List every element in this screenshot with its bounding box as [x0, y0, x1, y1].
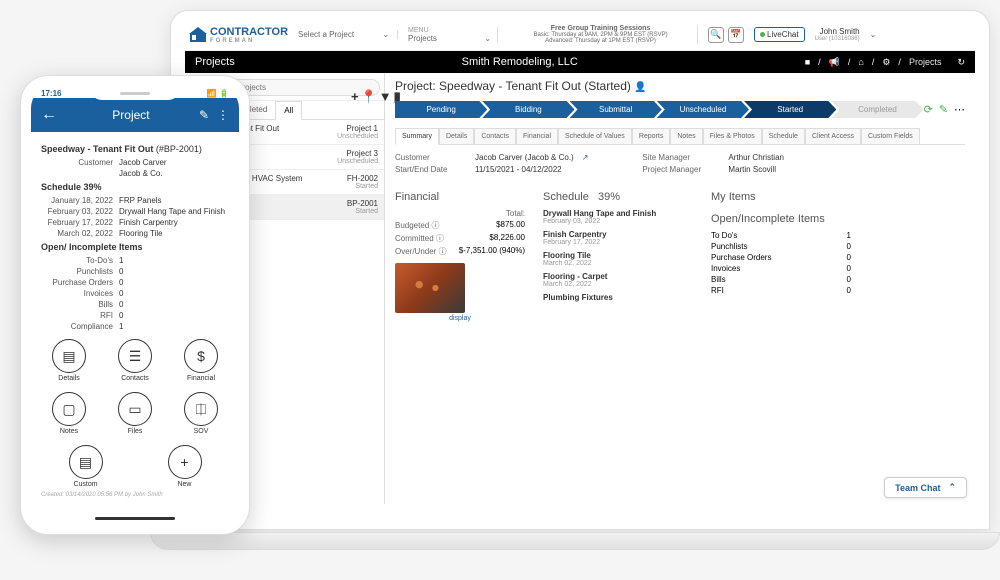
user-icon[interactable]: 👤 — [634, 82, 646, 93]
summary-info: CustomerJacob Carver (Jacob & Co.) ↗ Sta… — [395, 153, 965, 177]
subtab-financial[interactable]: Financial — [516, 128, 558, 144]
project-detail-pane: Project: Speedway - Tenant Fit Out (Star… — [385, 73, 975, 504]
signal-icons: 📶 🔋 — [207, 89, 229, 98]
subtab-summary[interactable]: Summary — [395, 128, 439, 145]
livechat-button[interactable]: LiveChat — [754, 27, 805, 42]
subtab-custom[interactable]: Custom Fields — [861, 128, 920, 144]
financial-section: Financial Total: Budgeted ⓘ$875.00 Commi… — [395, 191, 525, 322]
gear-icon[interactable]: ⚙ — [882, 57, 890, 68]
action-new[interactable]: +New — [163, 445, 207, 488]
phone-screen: 17:16 📶 🔋 ← Project ✎ ⋮ Speedway - Tenan… — [31, 86, 239, 524]
subtab-notes[interactable]: Notes — [670, 128, 702, 144]
phone-header: ← Project ✎ ⋮ — [31, 98, 239, 132]
tab-all[interactable]: All — [275, 101, 302, 120]
stage-started[interactable]: Started — [744, 101, 836, 118]
back-icon[interactable]: ← — [41, 106, 57, 124]
page-title: Projects — [195, 56, 235, 68]
subtab-schedule[interactable]: Schedule — [762, 128, 805, 144]
photo-thumbnail[interactable] — [395, 263, 465, 313]
more-icon[interactable]: ⋮ — [217, 108, 229, 122]
chevron-down-icon[interactable]: ⌄ — [870, 30, 877, 39]
brand-logo[interactable]: CONTRACTORFOREMAN — [189, 26, 288, 44]
link-icon[interactable]: ↗ — [582, 153, 589, 162]
bullhorn-icon[interactable]: 📢 — [829, 57, 840, 68]
stage-bidding[interactable]: Bidding — [482, 101, 574, 118]
subtab-files[interactable]: Files & Photos — [703, 128, 762, 144]
phone-notch — [90, 86, 180, 100]
laptop-frame: CONTRACTORFOREMAN Select a Project⌄ MENU… — [170, 10, 990, 530]
chevron-up-icon: ⌃ — [948, 482, 956, 493]
add-icon[interactable]: + — [351, 89, 359, 105]
stage-progress: Pending Bidding Submittal Unscheduled St… — [395, 101, 965, 118]
refresh-icon[interactable]: ↻ — [957, 57, 965, 68]
home-icon[interactable]: ⌂ — [858, 57, 863, 67]
app-header: CONTRACTORFOREMAN Select a Project⌄ MENU… — [185, 23, 975, 51]
pin-icon[interactable]: 📍 — [361, 89, 377, 105]
action-files[interactable]: ▭Files — [113, 392, 157, 435]
edit-icon[interactable]: ✎ — [199, 108, 209, 122]
company-name: Smith Remodeling, LLC — [235, 56, 805, 68]
phone-body: Speedway - Tenant Fit Out (#BP-2001) Cus… — [31, 132, 239, 513]
action-contacts[interactable]: ☰Contacts — [113, 339, 157, 382]
titlebar-icons: ■ / 📢 / ⌂ / ⚙ / Projects ↻ — [805, 57, 965, 68]
refresh-icon[interactable]: ⟳ — [924, 103, 933, 116]
stage-completed[interactable]: Completed — [831, 101, 923, 118]
subtab-client[interactable]: Client Access — [805, 128, 861, 144]
created-stamp: Created: 03/14/2020 05:56 PM by John Smi… — [41, 492, 229, 498]
home-indicator[interactable] — [95, 517, 175, 520]
project-title: Project: Speedway - Tenant Fit Out (Star… — [395, 79, 965, 93]
action-notes[interactable]: ▢Notes — [47, 392, 91, 435]
breadcrumb: Projects — [909, 57, 942, 67]
training-sessions[interactable]: Free Group Training Sessions Basic: Thur… — [508, 25, 698, 44]
stage-unscheduled[interactable]: Unscheduled — [657, 101, 749, 118]
stage-submittal[interactable]: Submittal — [570, 101, 662, 118]
edit-icon[interactable]: ✎ — [939, 103, 948, 116]
subtab-sov[interactable]: Schedule of Values — [558, 128, 632, 144]
subtab-reports[interactable]: Reports — [632, 128, 671, 144]
display-link[interactable]: display — [395, 315, 525, 322]
stage-pending[interactable]: Pending — [395, 101, 487, 118]
phone-frame: 17:16 📶 🔋 ← Project ✎ ⋮ Speedway - Tenan… — [20, 75, 250, 535]
more-icon[interactable]: ⋯ — [954, 103, 965, 116]
action-sov[interactable]: ⎅SOV — [179, 392, 223, 435]
phone-project-name: Speedway - Tenant Fit Out (#BP-2001) — [41, 144, 229, 154]
laptop-base — [150, 532, 1000, 550]
main-content: + 📍 ▼ ▮ Open Completed All PALACE - Tena… — [185, 73, 975, 504]
team-chat-button[interactable]: Team Chat⌃ — [884, 477, 967, 498]
action-financial[interactable]: $Financial — [179, 339, 223, 382]
video-icon[interactable]: ■ — [805, 57, 810, 67]
user-menu[interactable]: John Smith User (10316086) — [815, 27, 860, 42]
detail-tabs: Summary Details Contacts Financial Sched… — [395, 128, 965, 145]
title-bar: Projects Smith Remodeling, LLC ■ / 📢 / ⌂… — [185, 51, 975, 73]
summary-sections: Financial Total: Budgeted ⓘ$875.00 Commi… — [395, 191, 965, 322]
calendar-icon[interactable]: 📅 — [728, 27, 744, 43]
phone-title: Project — [63, 108, 199, 122]
subtab-contacts[interactable]: Contacts — [474, 128, 516, 144]
schedule-section: Schedule 39% Drywall Hang Tape and Finis… — [543, 191, 693, 322]
action-details[interactable]: ▤Details — [47, 339, 91, 382]
menu-dropdown[interactable]: MENU Projects⌄ — [408, 27, 498, 43]
phone-actions: ▤Details ☰Contacts $Financial ▢Notes ▭Fi… — [41, 339, 229, 488]
select-project-dropdown[interactable]: Select a Project⌄ — [298, 30, 398, 39]
myitems-section: My Items Open/Incomplete Items To Do's1 … — [711, 191, 851, 322]
search-icon[interactable]: 🔍 — [708, 27, 724, 43]
action-custom[interactable]: ▤Custom — [64, 445, 108, 488]
subtab-details[interactable]: Details — [439, 128, 474, 144]
header-icons: 🔍 📅 — [708, 27, 744, 43]
stage-actions: ⟳ ✎ ⋯ — [924, 103, 965, 116]
